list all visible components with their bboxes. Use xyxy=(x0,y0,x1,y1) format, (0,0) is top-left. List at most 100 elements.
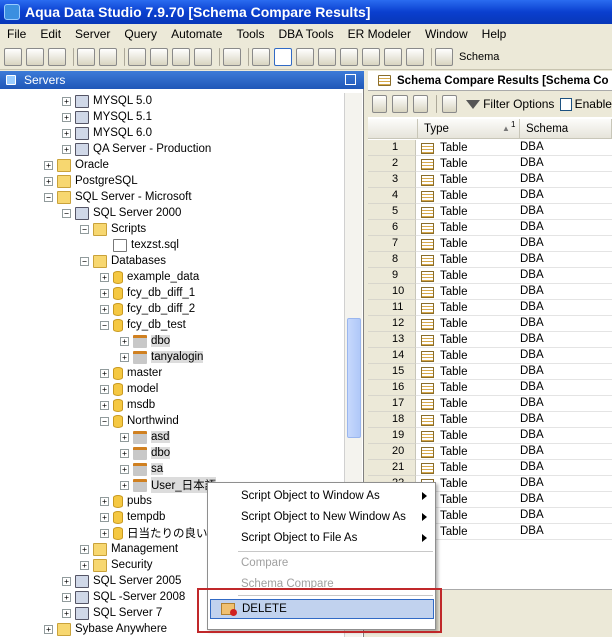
expand-toggle-icon[interactable]: + xyxy=(120,352,129,362)
table-row[interactable]: 18 Table DBA xyxy=(368,412,612,428)
save-icon[interactable] xyxy=(392,95,408,113)
table-row[interactable]: 7 Table DBA xyxy=(368,236,612,252)
tree-node[interactable]: + pubs xyxy=(100,493,152,509)
tree-node[interactable]: + example_data xyxy=(100,269,199,285)
table-row[interactable]: 20 Table DBA xyxy=(368,444,612,460)
expand-toggle-icon[interactable]: + xyxy=(62,608,71,618)
menu-er-modeler[interactable]: ER Modeler xyxy=(341,27,418,41)
script-object-to-new-window-item[interactable]: Script Object to New Window As xyxy=(208,507,435,527)
expand-toggle-icon[interactable]: + xyxy=(120,480,129,490)
type-column-header[interactable]: Type ▲ 1 xyxy=(418,119,520,139)
tree-node[interactable]: + SQL -Server 2008 xyxy=(62,589,185,605)
expand-toggle-icon[interactable]: + xyxy=(62,592,71,602)
connect-icon[interactable] xyxy=(77,47,95,66)
expand-toggle-icon[interactable]: − xyxy=(80,224,89,234)
tree-node[interactable]: + SQL Server 7 xyxy=(62,605,162,621)
menu-automate[interactable]: Automate xyxy=(164,27,229,41)
expand-toggle-icon[interactable]: + xyxy=(62,576,71,586)
globe-icon[interactable] xyxy=(223,47,241,66)
layout-7-icon[interactable] xyxy=(406,47,424,66)
tree-node[interactable]: + MYSQL 5.0 xyxy=(62,93,152,109)
tree-node[interactable]: + MYSQL 5.1 xyxy=(62,109,152,125)
schema-column-header[interactable]: Schema xyxy=(520,119,612,139)
expand-toggle-icon[interactable]: + xyxy=(80,560,89,570)
tree-node[interactable]: + MYSQL 6.0 xyxy=(62,125,152,141)
remove-server-icon[interactable] xyxy=(48,47,66,66)
tree-node[interactable]: + dbo xyxy=(120,445,171,461)
tree-node[interactable]: − SQL Server - Microsoft xyxy=(44,189,192,205)
find-icon[interactable] xyxy=(412,95,428,113)
schema-compare-icon[interactable] xyxy=(435,47,453,66)
layout-3-icon[interactable] xyxy=(318,47,336,66)
tree-node[interactable]: + 日当たりの良い xyxy=(100,525,208,541)
tree-node[interactable]: + QA Server - Production xyxy=(62,141,211,157)
script-object-to-window-item[interactable]: Script Object to Window As xyxy=(208,486,435,506)
edit-server-icon[interactable] xyxy=(26,47,44,66)
menu-file[interactable]: File xyxy=(0,27,33,41)
expand-toggle-icon[interactable]: + xyxy=(100,288,109,298)
scrollbar-thumb[interactable] xyxy=(347,318,361,438)
expand-toggle-icon[interactable]: + xyxy=(100,368,109,378)
table-row[interactable]: 17 Table DBA xyxy=(368,396,612,412)
expand-toggle-icon[interactable]: + xyxy=(44,624,53,634)
expand-toggle-icon[interactable]: + xyxy=(100,304,109,314)
tree-node[interactable]: + model xyxy=(100,381,158,397)
tree-node[interactable]: − fcy_db_test xyxy=(100,317,186,333)
expand-toggle-icon[interactable]: − xyxy=(100,320,109,330)
tree-node[interactable]: + tempdb xyxy=(100,509,165,525)
tree-node[interactable]: + User_日本語 xyxy=(120,477,217,493)
expand-toggle-icon[interactable]: + xyxy=(62,144,71,154)
tree-node[interactable]: + asd xyxy=(120,429,170,445)
layout-5-icon[interactable] xyxy=(362,47,380,66)
tree-node[interactable]: + master xyxy=(100,365,162,381)
results-tab[interactable]: Schema Compare Results [Schema Co xyxy=(368,71,612,91)
new-server-icon[interactable] xyxy=(4,47,22,66)
tree-node[interactable]: texzst.sql xyxy=(100,237,179,253)
restore-icon[interactable] xyxy=(345,74,356,85)
expand-toggle-icon[interactable]: + xyxy=(100,400,109,410)
layout-1-icon[interactable] xyxy=(274,47,292,66)
menu-server[interactable]: Server xyxy=(68,27,117,41)
table-row[interactable]: 5 Table DBA xyxy=(368,204,612,220)
tree-node[interactable]: − Scripts xyxy=(80,221,146,237)
tree-node[interactable]: + msdb xyxy=(100,397,155,413)
tree-node[interactable]: − SQL Server 2000 xyxy=(62,205,181,221)
tree-node[interactable]: − Northwind xyxy=(100,413,179,429)
table-row[interactable]: 19 Table DBA xyxy=(368,428,612,444)
expand-toggle-icon[interactable]: + xyxy=(100,272,109,282)
expand-toggle-icon[interactable]: + xyxy=(80,544,89,554)
menu-query[interactable]: Query xyxy=(117,27,164,41)
grid-icon[interactable] xyxy=(441,95,458,113)
expand-toggle-icon[interactable]: + xyxy=(44,160,53,170)
script-object-to-file-item[interactable]: Script Object to File As xyxy=(208,528,435,548)
expand-toggle-icon[interactable]: + xyxy=(44,176,53,186)
expand-toggle-icon[interactable]: + xyxy=(100,384,109,394)
table-row[interactable]: 8 Table DBA xyxy=(368,252,612,268)
expand-toggle-icon[interactable]: + xyxy=(120,448,129,458)
table-row[interactable]: 13 Table DBA xyxy=(368,332,612,348)
tree-node[interactable]: + SQL Server 2005 xyxy=(62,573,181,589)
layout-6-icon[interactable] xyxy=(384,47,402,66)
tree-node[interactable]: − Databases xyxy=(80,253,166,269)
tree-node[interactable]: + Management xyxy=(80,541,178,557)
table-row[interactable]: 2 Table DBA xyxy=(368,156,612,172)
tree-node[interactable]: + sa xyxy=(120,461,164,477)
expand-toggle-icon[interactable]: − xyxy=(44,192,53,202)
expand-toggle-icon[interactable]: − xyxy=(80,256,89,266)
table-row[interactable]: 6 Table DBA xyxy=(368,220,612,236)
tree-node[interactable]: + tanyalogin xyxy=(120,349,204,365)
expand-toggle-icon[interactable]: + xyxy=(120,432,129,442)
table-row[interactable]: 3 Table DBA xyxy=(368,172,612,188)
expand-toggle-icon[interactable]: + xyxy=(100,528,109,538)
filter-options-button[interactable]: Filter Options xyxy=(483,97,554,111)
menu-help[interactable]: Help xyxy=(475,27,514,41)
tree-node[interactable]: + dbo xyxy=(120,333,171,349)
tree-node[interactable]: + Security xyxy=(80,557,153,573)
query-analyzer-icon[interactable] xyxy=(150,47,168,66)
table-row[interactable]: 14 Table DBA xyxy=(368,348,612,364)
tree-node[interactable]: + fcy_db_diff_1 xyxy=(100,285,195,301)
schema-button-label[interactable]: Schema xyxy=(459,51,499,63)
table-row[interactable]: 15 Table DBA xyxy=(368,364,612,380)
expand-toggle-icon[interactable]: + xyxy=(100,496,109,506)
filter-icon[interactable] xyxy=(466,99,481,109)
